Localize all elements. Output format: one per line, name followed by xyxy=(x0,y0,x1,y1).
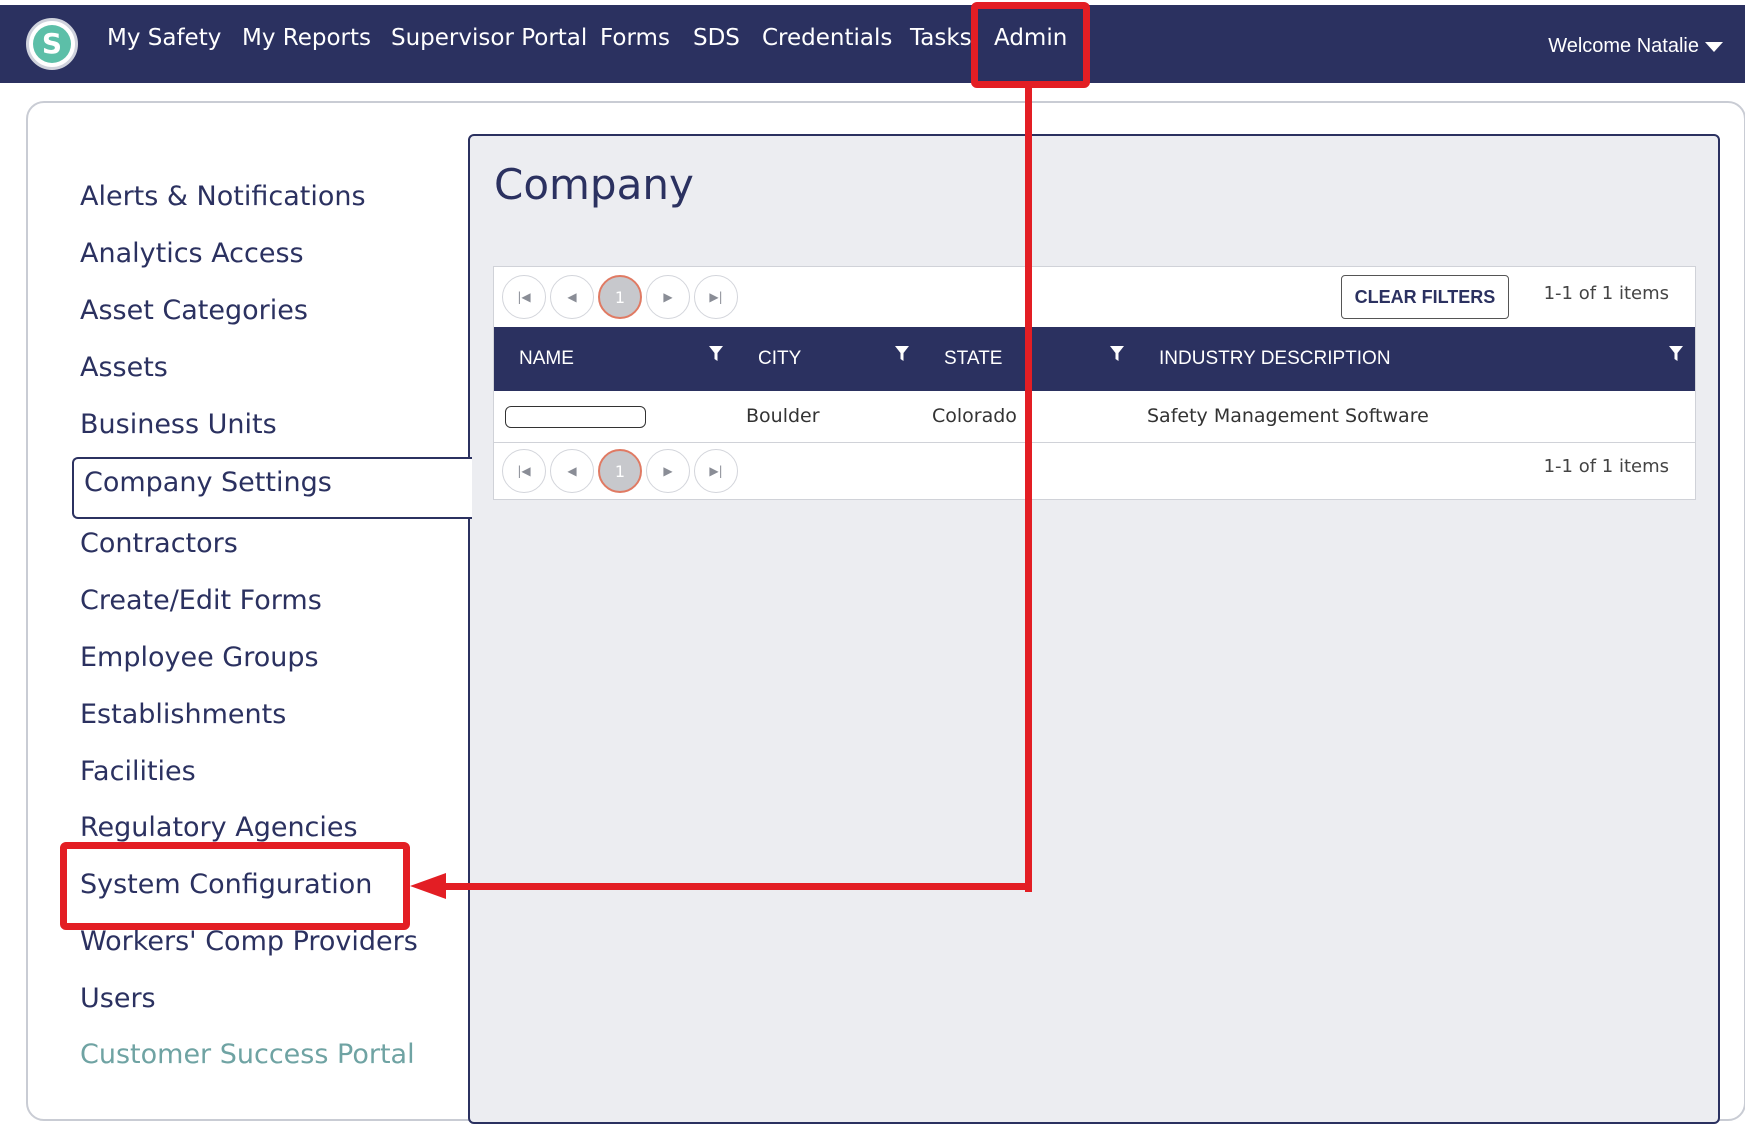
next-page-icon[interactable]: ▶ xyxy=(646,275,690,319)
column-header-state[interactable]: STATE xyxy=(944,348,1002,370)
page-number-button[interactable]: 1 xyxy=(598,275,642,319)
cell-industry: Safety Management Software xyxy=(1147,405,1429,427)
last-page-icon[interactable]: ▶| xyxy=(694,449,738,493)
filter-icon[interactable] xyxy=(708,345,724,363)
cell-city: Boulder xyxy=(746,405,820,427)
annotation-arrow-line xyxy=(1025,88,1032,892)
nav-my-reports[interactable]: My Reports xyxy=(242,25,371,51)
user-menu[interactable]: Welcome Natalie xyxy=(1548,35,1723,58)
nav-credentials[interactable]: Credentials xyxy=(762,25,892,51)
customer-success-portal-link[interactable]: Customer Success Portal xyxy=(80,1039,415,1070)
nav-sds[interactable]: SDS xyxy=(693,25,740,51)
nav-supervisor-portal[interactable]: Supervisor Portal xyxy=(391,25,587,51)
first-page-icon[interactable]: |◀ xyxy=(502,275,546,319)
page-number-button[interactable]: 1 xyxy=(598,449,642,493)
top-pager: |◀ ◀ 1 ▶ ▶| xyxy=(502,275,738,319)
sidebar-item-business-units[interactable]: Business Units xyxy=(80,409,277,440)
top-nav-bar: S My Safety My Reports Supervisor Portal… xyxy=(0,5,1745,83)
redacted-name-field xyxy=(505,406,646,428)
sidebar-item-regulatory-agencies[interactable]: Regulatory Agencies xyxy=(80,812,358,843)
nav-my-safety[interactable]: My Safety xyxy=(107,25,221,51)
bottom-pager: |◀ ◀ 1 ▶ ▶| xyxy=(502,449,738,493)
nav-admin[interactable]: Admin xyxy=(994,25,1067,51)
logo-letter: S xyxy=(33,25,71,63)
cell-state: Colorado xyxy=(932,405,1017,427)
column-header-city[interactable]: CITY xyxy=(758,348,801,370)
sidebar-item-system-configuration[interactable]: System Configuration xyxy=(80,869,372,900)
sidebar-item-company-settings[interactable]: Company Settings xyxy=(72,457,472,519)
sidebar-item-create-edit-forms[interactable]: Create/Edit Forms xyxy=(80,585,322,616)
annotation-arrow-head xyxy=(410,873,446,899)
items-count: 1-1 of 1 items xyxy=(1543,283,1669,304)
column-header-industry-description[interactable]: INDUSTRY DESCRIPTION xyxy=(1159,348,1391,370)
items-count: 1-1 of 1 items xyxy=(1543,456,1669,477)
sidebar-item-contractors[interactable]: Contractors xyxy=(80,528,238,559)
company-grid: |◀ ◀ 1 ▶ ▶| CLEAR FILTERS 1-1 of 1 items… xyxy=(493,266,1696,500)
filter-icon[interactable] xyxy=(1109,345,1125,363)
nav-forms[interactable]: Forms xyxy=(600,25,670,51)
column-header-name[interactable]: NAME xyxy=(519,348,574,370)
sidebar-item-alerts-notifications[interactable]: Alerts & Notifications xyxy=(80,181,366,212)
app-logo[interactable]: S xyxy=(26,18,78,70)
prev-page-icon[interactable]: ◀ xyxy=(550,449,594,493)
sidebar-item-workers-comp-providers[interactable]: Workers' Comp Providers xyxy=(80,926,418,957)
welcome-text: Welcome Natalie xyxy=(1548,35,1699,57)
annotation-arrow-line xyxy=(434,883,1032,890)
sidebar-item-assets[interactable]: Assets xyxy=(80,352,168,383)
page-title: Company xyxy=(494,160,694,209)
last-page-icon[interactable]: ▶| xyxy=(694,275,738,319)
sidebar-item-users[interactable]: Users xyxy=(80,983,156,1014)
filter-icon[interactable] xyxy=(1668,345,1684,363)
sidebar-item-analytics-access[interactable]: Analytics Access xyxy=(80,238,304,269)
sidebar-item-facilities[interactable]: Facilities xyxy=(80,756,196,787)
sidebar-item-label: Company Settings xyxy=(84,467,332,498)
sidebar-item-asset-categories[interactable]: Asset Categories xyxy=(80,295,308,326)
next-page-icon[interactable]: ▶ xyxy=(646,449,690,493)
grid-header: NAME CITY STATE INDUSTRY DESCRIPTION xyxy=(494,327,1695,391)
nav-tasks[interactable]: Tasks xyxy=(910,25,972,51)
table-row[interactable]: Boulder Colorado Safety Management Softw… xyxy=(494,391,1695,443)
first-page-icon[interactable]: |◀ xyxy=(502,449,546,493)
filter-icon[interactable] xyxy=(894,345,910,363)
chevron-down-icon xyxy=(1705,41,1723,52)
prev-page-icon[interactable]: ◀ xyxy=(550,275,594,319)
sidebar-item-employee-groups[interactable]: Employee Groups xyxy=(80,642,319,673)
sidebar-item-establishments[interactable]: Establishments xyxy=(80,699,286,730)
clear-filters-button[interactable]: CLEAR FILTERS xyxy=(1341,275,1509,319)
